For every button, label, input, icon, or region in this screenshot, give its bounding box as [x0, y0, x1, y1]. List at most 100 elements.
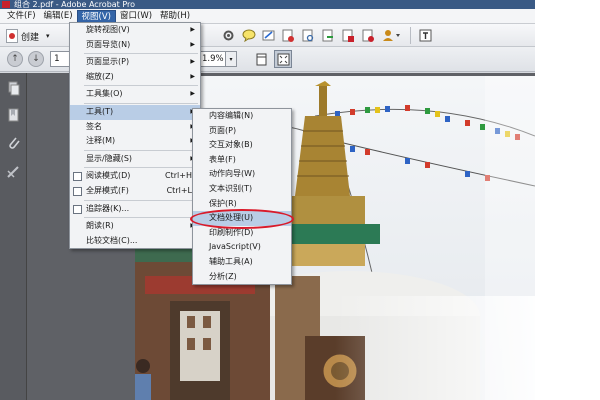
menu-item-label: 注释(M)	[86, 136, 116, 146]
menu-item-label: 全屏模式(F)	[86, 185, 129, 195]
navigation-pane	[0, 73, 27, 400]
view-menu-item[interactable]: 工具(T)▶	[70, 104, 200, 120]
attachments-paperclip-icon[interactable]	[6, 135, 21, 150]
tools-submenu: 内容编辑(N) 页面(P) 交互对象(B) 表单(F) 动作向导(W) 文本识别(T) 保护…	[192, 108, 292, 286]
menu-separator	[84, 85, 198, 87]
menu-item-label: 比较文档(C)...	[86, 235, 138, 245]
menu-item-label: 印刷制作(D)	[209, 227, 254, 237]
menu-item-shortcut: Ctrl+L	[166, 185, 192, 195]
menu-item-icon	[73, 172, 82, 182]
menu-item-label: 文本识别(T)	[209, 183, 253, 193]
view-menu-item[interactable]: 页面导览(N) ▶	[70, 38, 200, 53]
tools-submenu-item[interactable]: 页面(P)	[193, 124, 291, 139]
signatures-panel-icon[interactable]	[6, 165, 21, 180]
menu-item-icon	[73, 204, 82, 214]
user-stamp-icon[interactable]	[380, 27, 404, 44]
zoom-dropdown-arrow[interactable]: ▾	[226, 51, 237, 67]
window-title: 组合 2.pdf - Adobe Acrobat Pro	[14, 0, 136, 9]
menu-item-label: 旋转视图(V)	[86, 25, 130, 34]
menu-item-label: 辅助工具(A)	[209, 256, 253, 266]
menu-item-label: 交互对象(B)	[209, 140, 253, 150]
menubar-item[interactable]: 编辑(E)	[40, 10, 77, 23]
pages-panel-icon[interactable]	[6, 81, 21, 96]
zoom-input[interactable]: 1.9%	[198, 51, 226, 67]
menu-item-label: 工具(T)	[86, 106, 114, 116]
view-menu-item[interactable]: 注释(M)▶	[70, 134, 200, 149]
page-search-icon[interactable]	[300, 27, 317, 44]
acrobat-app-icon	[2, 1, 10, 8]
create-pdf-icon	[6, 29, 18, 43]
previous-page-button[interactable]: ↑	[7, 51, 23, 67]
acrobat-window: 组合 2.pdf - Adobe Acrobat Pro 文件(F) 编辑(E) 视…	[0, 0, 535, 400]
menu-item-label: 页面显示(P)	[86, 57, 130, 67]
menu-separator	[84, 149, 198, 151]
menubar-item[interactable]: 帮助(H)	[156, 10, 194, 23]
view-menu-item[interactable]: 显示/隐藏(S)▶	[70, 152, 200, 167]
view-menu-item[interactable]: 签名▶	[70, 120, 200, 135]
view-menu-item[interactable]: 缩放(Z) ▶	[70, 70, 200, 85]
menu-item-label: 页面导览(N)	[86, 39, 131, 49]
submenu-arrow-icon: ▶	[190, 26, 195, 33]
menu-item-icon	[73, 186, 82, 196]
view-menu-item[interactable]: 全屏模式(F) Ctrl+L	[70, 184, 200, 199]
next-page-button[interactable]: ↓	[28, 51, 44, 67]
fit-page-icon	[277, 53, 289, 65]
tools-submenu-item[interactable]: 辅助工具(A)	[193, 255, 291, 270]
annotation-red-circle	[190, 209, 294, 229]
toolbar-icons	[220, 27, 434, 44]
title-bar: 组合 2.pdf - Adobe Acrobat Pro	[0, 0, 535, 9]
tools-submenu-item[interactable]: 文本识别(T)	[193, 182, 291, 197]
menu-item-label: 页面(P)	[209, 125, 237, 135]
tools-submenu-item[interactable]: 表单(F)	[193, 153, 291, 168]
submenu-arrow-icon: ▶	[190, 90, 195, 98]
view-menu-item[interactable]: 旋转视图(V) ▶	[70, 23, 200, 38]
tools-submenu-item[interactable]: 内容编辑(N)	[193, 109, 291, 124]
menubar-item[interactable]: 文件(F)	[3, 10, 40, 23]
menubar-item[interactable]: 视图(V)	[76, 9, 116, 23]
bookmarks-panel-icon[interactable]	[6, 108, 21, 123]
menu-item-label: 表单(F)	[209, 154, 236, 164]
toolbar-separator	[410, 27, 411, 44]
submenu-arrow-icon: ▶	[190, 58, 195, 66]
sign-pen-icon[interactable]	[260, 27, 277, 44]
view-menu-item[interactable]: 追踪器(K)...	[70, 202, 200, 217]
menubar-item[interactable]: 窗口(W)	[116, 10, 156, 23]
menu-item-label: 保护(R)	[209, 198, 237, 208]
gear-icon[interactable]	[220, 27, 237, 44]
menu-separator	[84, 167, 198, 169]
create-button[interactable]: 创建 ▾	[6, 28, 50, 44]
create-button-label: 创建	[21, 32, 40, 43]
tools-submenu-item[interactable]: JavaScript(V)	[193, 240, 291, 255]
menu-item-label: 朗读(R)	[86, 221, 114, 231]
tools-submenu-item[interactable]: 分析(Z)	[193, 270, 291, 285]
menu-item-label: 签名	[86, 121, 102, 131]
menu-item-label: 分析(Z)	[209, 271, 237, 281]
menu-item-shortcut: Ctrl+H	[165, 171, 192, 181]
view-menu-item[interactable]: 页面显示(P) ▶	[70, 55, 200, 70]
view-menu-item[interactable]: 比较文档(C)...	[70, 234, 200, 249]
export-page-icon[interactable]	[320, 27, 337, 44]
pdf-document-icon[interactable]	[340, 27, 357, 44]
fit-page-button[interactable]	[274, 50, 292, 68]
tools-submenu-item[interactable]: 交互对象(B)	[193, 138, 291, 153]
create-dropdown-arrow: ▾	[46, 32, 50, 40]
menu-separator	[84, 53, 198, 55]
menu-item-label: 动作向导(W)	[209, 169, 256, 179]
view-menu-item[interactable]: 工具集(O) ▶	[70, 87, 200, 102]
menu-item-label: 追踪器(K)...	[86, 203, 130, 213]
down-arrow-icon: ↓	[32, 54, 40, 64]
redact-page-icon[interactable]	[360, 27, 377, 44]
up-arrow-icon: ↑	[11, 54, 19, 64]
comment-bubble-icon[interactable]	[240, 27, 257, 44]
text-box-icon[interactable]	[417, 27, 434, 44]
view-menu-item[interactable]: 朗读(R)▶	[70, 219, 200, 234]
background-margin	[535, 0, 600, 400]
fit-width-button[interactable]	[252, 50, 270, 68]
menu-separator	[84, 217, 198, 219]
menu-item-label: 缩放(Z)	[86, 71, 114, 81]
menu-item-label: 工具集(O)	[86, 89, 123, 99]
view-menu-item[interactable]: 阅读模式(D) Ctrl+H	[70, 169, 200, 184]
view-menu: 旋转视图(V) ▶ 页面导览(N) ▶ 页面显示(P) ▶ 缩放(Z) ▶ 工具集(O) ▶ 工具(…	[69, 22, 201, 250]
delete-page-icon[interactable]	[280, 27, 297, 44]
tools-submenu-item[interactable]: 动作向导(W)	[193, 167, 291, 182]
